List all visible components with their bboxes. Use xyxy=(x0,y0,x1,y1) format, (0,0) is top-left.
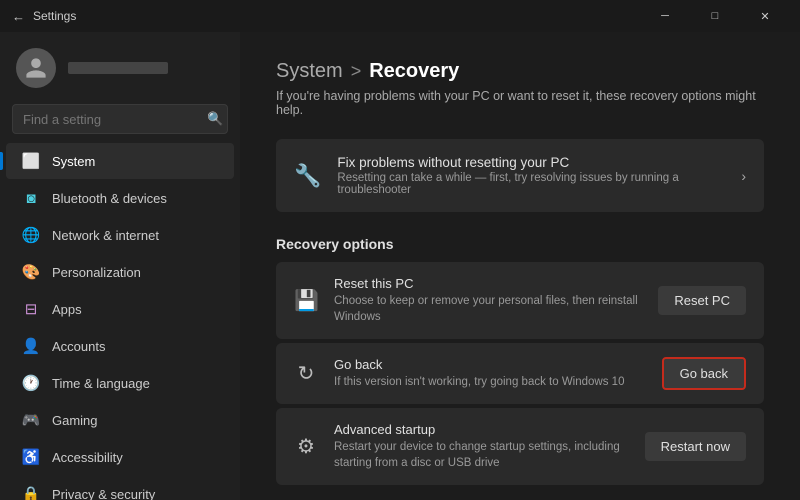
avatar xyxy=(16,48,56,88)
go-back-card: ↻ Go back If this version isn't working,… xyxy=(276,343,764,404)
accessibility-icon: ♿ xyxy=(22,448,40,466)
go-back-title: Go back xyxy=(334,357,646,372)
fix-card-title: Fix problems without resetting your PC xyxy=(337,155,725,170)
advanced-startup-icon: ⚙ xyxy=(294,434,318,459)
restart-now-button[interactable]: Restart now xyxy=(645,432,746,461)
sidebar-item-accessibility[interactable]: ♿ Accessibility xyxy=(6,439,234,475)
sidebar-item-label-bluetooth: Bluetooth & devices xyxy=(52,191,167,206)
sidebar-item-label-gaming: Gaming xyxy=(52,413,98,428)
fix-problems-card[interactable]: 🔧 Fix problems without resetting your PC… xyxy=(276,139,764,212)
go-back-icon: ↻ xyxy=(294,361,318,386)
sidebar-item-label-accounts: Accounts xyxy=(52,339,105,354)
maximize-button[interactable]: □ xyxy=(692,0,738,32)
sidebar-nav: ⬜ System ◙ Bluetooth & devices 🌐 Network… xyxy=(0,142,240,500)
sidebar-item-label-time: Time & language xyxy=(52,376,150,391)
sidebar-item-system[interactable]: ⬜ System xyxy=(6,143,234,179)
system-icon: ⬜ xyxy=(22,152,40,170)
sidebar: 🔍 ⬜ System ◙ Bluetooth & devices 🌐 Netwo… xyxy=(0,32,240,500)
sidebar-item-label-network: Network & internet xyxy=(52,228,159,243)
titlebar-controls: ─ □ ✕ xyxy=(642,0,788,32)
sidebar-item-personalization[interactable]: 🎨 Personalization xyxy=(6,254,234,290)
sidebar-item-label-accessibility: Accessibility xyxy=(52,450,123,465)
gaming-icon: 🎮 xyxy=(22,411,40,429)
sidebar-item-label-personalization: Personalization xyxy=(52,265,141,280)
advanced-startup-description: Restart your device to change startup se… xyxy=(334,439,629,471)
breadcrumb-parent: System xyxy=(276,60,343,83)
avatar-icon xyxy=(24,56,48,80)
titlebar-title: Settings xyxy=(33,9,76,23)
reset-pc-description: Choose to keep or remove your personal f… xyxy=(334,293,642,325)
apps-icon: ⊟ xyxy=(22,300,40,318)
fix-icon: 🔧 xyxy=(294,163,321,189)
close-button[interactable]: ✕ xyxy=(742,0,788,32)
breadcrumb-current: Recovery xyxy=(369,60,459,83)
titlebar-left: ← Settings xyxy=(12,9,76,24)
page-subtitle: If you're having problems with your PC o… xyxy=(276,89,764,117)
breadcrumb-separator: > xyxy=(351,61,362,82)
titlebar-back-icon[interactable]: ← xyxy=(12,9,25,24)
privacy-icon: 🔒 xyxy=(22,485,40,500)
fix-card-chevron-icon: › xyxy=(741,168,746,184)
accounts-icon: 👤 xyxy=(22,337,40,355)
sidebar-item-network[interactable]: 🌐 Network & internet xyxy=(6,217,234,253)
sidebar-item-label-apps: Apps xyxy=(52,302,82,317)
breadcrumb: System > Recovery xyxy=(276,60,764,83)
reset-pc-title: Reset this PC xyxy=(334,276,642,291)
sidebar-item-accounts[interactable]: 👤 Accounts xyxy=(6,328,234,364)
sidebar-item-time[interactable]: 🕐 Time & language xyxy=(6,365,234,401)
advanced-startup-title: Advanced startup xyxy=(334,422,629,437)
sidebar-item-bluetooth[interactable]: ◙ Bluetooth & devices xyxy=(6,180,234,216)
go-back-text: Go back If this version isn't working, t… xyxy=(334,357,646,390)
search-box[interactable]: 🔍 xyxy=(12,104,228,134)
content-area: System > Recovery If you're having probl… xyxy=(240,32,800,500)
advanced-startup-card: ⚙ Advanced startup Restart your device t… xyxy=(276,408,764,485)
sidebar-item-apps[interactable]: ⊟ Apps xyxy=(6,291,234,327)
go-back-description: If this version isn't working, try going… xyxy=(334,374,646,390)
sidebar-item-label-privacy: Privacy & security xyxy=(52,487,155,500)
network-icon: 🌐 xyxy=(22,226,40,244)
reset-pc-card: 💾 Reset this PC Choose to keep or remove… xyxy=(276,262,764,339)
minimize-button[interactable]: ─ xyxy=(642,0,688,32)
go-back-button[interactable]: Go back xyxy=(662,357,746,390)
bluetooth-icon: ◙ xyxy=(22,189,40,207)
fix-card-text: Fix problems without resetting your PC R… xyxy=(337,155,725,196)
titlebar: ← Settings ─ □ ✕ xyxy=(0,0,800,32)
avatar-name-placeholder xyxy=(68,62,168,74)
app-container: 🔍 ⬜ System ◙ Bluetooth & devices 🌐 Netwo… xyxy=(0,32,800,500)
sidebar-item-label-system: System xyxy=(52,154,95,169)
sidebar-header xyxy=(0,32,240,96)
reset-pc-text: Reset this PC Choose to keep or remove y… xyxy=(334,276,642,325)
fix-card-description: Resetting can take a while — first, try … xyxy=(337,172,725,196)
sidebar-item-privacy[interactable]: 🔒 Privacy & security xyxy=(6,476,234,500)
sidebar-item-gaming[interactable]: 🎮 Gaming xyxy=(6,402,234,438)
search-input[interactable] xyxy=(23,112,199,127)
advanced-startup-text: Advanced startup Restart your device to … xyxy=(334,422,629,471)
time-icon: 🕐 xyxy=(22,374,40,392)
search-icon: 🔍 xyxy=(207,111,223,127)
reset-pc-icon: 💾 xyxy=(294,288,318,313)
personalization-icon: 🎨 xyxy=(22,263,40,281)
reset-pc-button[interactable]: Reset PC xyxy=(658,286,746,315)
section-title: Recovery options xyxy=(276,236,764,252)
